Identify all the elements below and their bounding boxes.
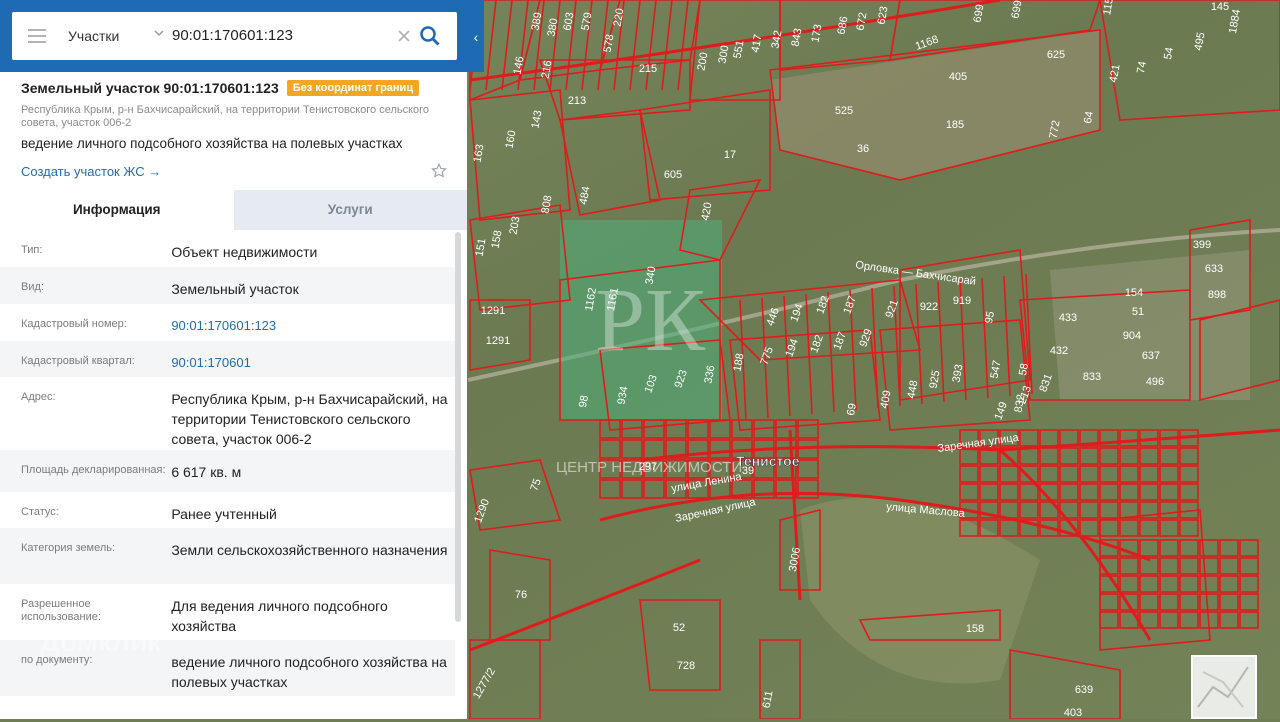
status-badge: Без координат границ [286,80,420,96]
info-row: Кадастровый номер: 90:01:170601:123 [0,304,455,341]
plot-number-label: 213 [568,95,586,107]
brand-watermark: Домклик [40,626,162,657]
info-value: Для ведения личного подсобного хозяйства [171,598,388,634]
object-title: Земельный участок 90:01:170601:123 [21,80,279,96]
category-select[interactable]: Участки [68,12,119,60]
tabs: Информация Услуги [0,190,467,230]
info-row: Вид: Земельный участок [0,267,455,304]
menu-icon[interactable] [28,29,46,43]
info-label: Площадь декларированная: [21,464,166,476]
plot-number-label: 605 [664,169,682,181]
logo-watermark: РК [595,271,706,370]
info-value: Ранее учтенный [171,506,277,522]
info-label: Тип: [21,244,43,256]
tab-information[interactable]: Информация [0,190,234,230]
info-label: Кадастровый квартал: [21,355,135,367]
plot-number-label: 158 [966,623,984,635]
info-label: Вид: [21,281,44,293]
plot-number-label: 52 [673,622,685,634]
info-link[interactable]: 90:01:170601 [171,353,455,377]
plot-number-label: 432 [1050,345,1068,357]
plot-number-label: 64 [1082,110,1096,124]
plot-number-label: 1291 [486,335,510,347]
plot-number-label: 904 [1123,330,1141,342]
plot-number-label: 185 [946,119,964,131]
plot-number-label: 76 [515,589,527,601]
plot-number-label: 639 [1075,684,1093,696]
plot-number-label: 95 [983,310,997,324]
plot-number-label: 17 [724,149,736,161]
plot-number-label: 154 [1125,287,1143,299]
scrollbar[interactable] [455,232,461,622]
plot-number-label: 145 [1211,1,1229,13]
search-input[interactable] [172,12,392,60]
plot-number-label: 69 [845,402,859,416]
plot-number-label: 54 [1162,46,1176,60]
create-plot-link[interactable]: Создать участок ЖС → [21,164,161,179]
plot-number-label: 215 [639,63,657,75]
village-label: Тенистое [736,453,800,469]
info-label: Статус: [21,506,59,518]
plot-number-label: 625 [1047,49,1065,61]
info-value: 6 617 кв. м [171,464,242,480]
plot-number-label: 74 [1135,60,1149,74]
chevron-down-icon[interactable] [152,26,166,40]
plot-number-label: 637 [1142,350,1160,362]
info-row: Адрес: Республика Крым, р-н Бахчисарайски… [0,377,455,450]
watermark: ЦЕНТР НЕДВИЖИМОСТИ [556,459,742,476]
info-row: Категория земель: Земли сельскохозяйствен… [0,528,455,584]
info-value: Республика Крым, р-н Бахчисарайский, на … [171,391,448,447]
map-layer-thumbnail[interactable] [1191,655,1257,719]
plot-number-label: 433 [1059,312,1077,324]
plot-number-label: 898 [1208,289,1226,301]
plot-number-label: 405 [949,71,967,83]
info-label: Адрес: [21,391,56,403]
tab-services[interactable]: Услуги [233,190,467,230]
info-label: Категория земель: [21,542,116,554]
plot-number-label: 633 [1205,263,1223,275]
plot-number-label: 919 [953,295,971,307]
search-box: Участки [12,12,457,60]
plot-number-label: 833 [1083,371,1101,383]
info-label: по документу: [21,654,93,666]
info-row: Площадь декларированная: 6 617 кв. м [0,450,455,492]
star-icon[interactable] [430,162,448,180]
info-label: Кадастровый номер: [21,318,127,330]
object-header: Земельный участок 90:01:170601:123 Без ко… [0,72,467,190]
top-bar: Участки ‹ [0,0,484,72]
object-use: ведение личного подсобного хозяйства на … [21,136,403,151]
plot-number-label: 58 [1017,362,1031,376]
plot-number-label: 98 [577,394,591,408]
plot-number-label: 1291 [481,305,505,317]
info-link[interactable]: 90:01:170601:123 [171,316,455,341]
info-row: Статус: Ранее учтенный [0,492,455,528]
info-value: Земли сельскохозяйственного назначения [171,542,448,558]
plot-number-label: 496 [1146,376,1164,388]
plot-number-label: 922 [920,301,938,313]
info-value: ведение личного подсобного хозяйства на … [171,654,447,690]
object-address: Республика Крым, р-н Бахчисарайский, на … [21,104,430,129]
info-value: Земельный участок [171,281,299,297]
plot-number-label: 728 [677,660,695,672]
plot-number-label: 36 [857,143,869,155]
plot-number-label: 399 [1193,239,1211,251]
info-row: Кадастровый квартал: 90:01:170601 [0,341,455,377]
info-panel: Земельный участок 90:01:170601:123 Без ко… [0,0,467,719]
search-icon[interactable] [418,24,442,48]
info-value: Объект недвижимости [171,244,318,260]
plot-number-label: 525 [835,105,853,117]
info-row: Тип: Объект недвижимости [0,230,455,267]
plot-number-label: 403 [1064,707,1082,719]
collapse-panel-button[interactable]: ‹ [468,24,484,50]
close-icon[interactable] [396,28,412,44]
plot-number-label: 51 [1132,306,1144,318]
